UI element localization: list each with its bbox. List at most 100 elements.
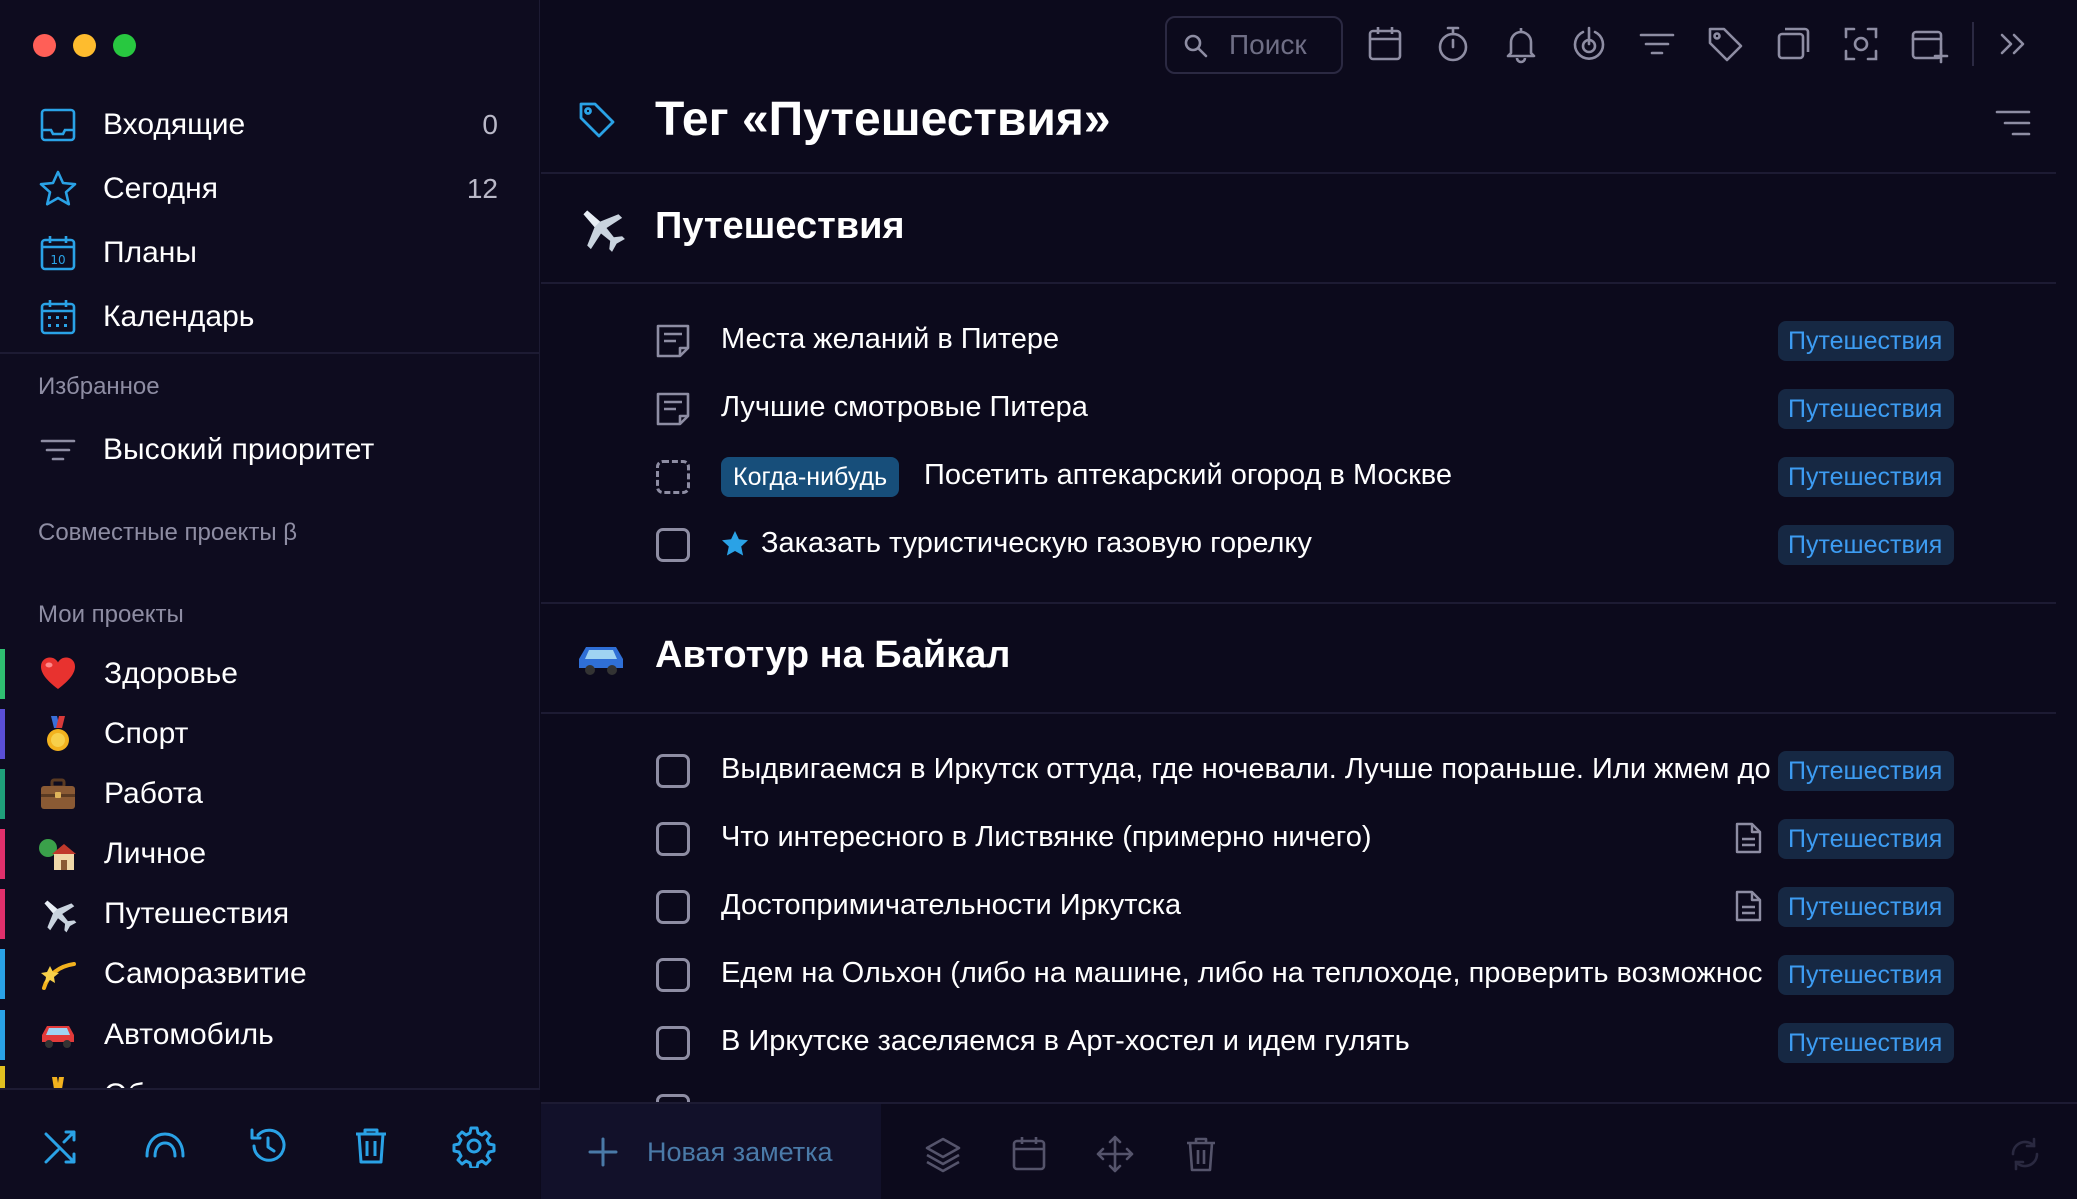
nav-item-plans[interactable]: 10 Планы xyxy=(0,221,540,285)
window-controls xyxy=(33,34,136,57)
my-projects-header[interactable]: Мои проекты xyxy=(38,601,184,629)
project-label: Спорт xyxy=(104,717,189,750)
project-item-sport[interactable]: Спорт xyxy=(0,705,540,763)
zoom-window-button[interactable] xyxy=(113,34,136,57)
task-checkbox[interactable] xyxy=(656,1094,690,1102)
section-divider xyxy=(541,712,2056,714)
sync-icon[interactable] xyxy=(2005,1134,2045,1174)
task-checkbox[interactable] xyxy=(656,958,690,992)
tag-badge[interactable]: Путешествия xyxy=(1778,887,1954,927)
calendar-icon[interactable] xyxy=(1365,24,1405,64)
header-divider xyxy=(541,172,2056,174)
list-item[interactable]: Что интересного в Листвянке (примерно ни… xyxy=(541,808,2056,868)
list-item[interactable]: Едем на Ольхон (либо на машине, либо на … xyxy=(541,944,2056,1004)
nav-item-calendar[interactable]: Календарь xyxy=(0,285,540,349)
task-checkbox[interactable] xyxy=(656,754,690,788)
shared-projects-header[interactable]: Совместные проекты β xyxy=(38,519,297,547)
chevrons-right-icon[interactable] xyxy=(1993,24,2033,64)
search-field[interactable]: Поиск xyxy=(1165,16,1343,74)
new-note-button[interactable]: Новая заметка xyxy=(541,1104,881,1199)
favorite-item-high-priority[interactable]: Высокий приоритет xyxy=(0,418,540,482)
layers-icon[interactable] xyxy=(923,1134,963,1174)
airplane-emoji-icon xyxy=(583,210,625,252)
project-item-partial[interactable]: Об… xyxy=(0,1066,540,1088)
dizzy-emoji-icon xyxy=(41,962,76,990)
timer-icon[interactable] xyxy=(1433,24,1473,64)
star-icon xyxy=(722,531,748,556)
list-options-icon[interactable] xyxy=(1995,108,2031,138)
focus-icon[interactable] xyxy=(1569,24,1609,64)
project-item-travel[interactable]: Путешествия xyxy=(0,885,540,943)
list-item[interactable]: Лучшие смотровые Питера Путешествия xyxy=(541,378,2056,438)
bell-icon[interactable] xyxy=(1501,24,1541,64)
tag-badge[interactable]: Путешествия xyxy=(1778,389,1954,429)
list-item[interactable]: Заказать туристическую газовую горелку П… xyxy=(541,514,2056,574)
tag-badge[interactable]: Путешествия xyxy=(1778,1023,1954,1063)
project-label: Автомобиль xyxy=(104,1018,274,1051)
project-item-work[interactable]: Работа xyxy=(0,765,540,823)
list-item[interactable]: В Иркутске заселяемся в Арт-хостел и иде… xyxy=(541,1012,2056,1072)
tag-badge[interactable]: Путешествия xyxy=(1778,321,1954,361)
task-checkbox[interactable] xyxy=(656,1026,690,1060)
tag-icon[interactable] xyxy=(1705,24,1745,64)
project-label: Путешествия xyxy=(104,897,290,930)
tag-badge[interactable]: Путешествия xyxy=(1778,955,1954,995)
nav-item-label: Календарь xyxy=(103,300,255,333)
list-item[interactable] xyxy=(541,1080,2056,1102)
sidebar-bottom-toolbar xyxy=(0,1088,540,1199)
nav-item-count: 12 xyxy=(466,173,498,204)
tag-badge[interactable]: Путешествия xyxy=(1778,751,1954,791)
shuffle-icon[interactable] xyxy=(40,1124,84,1168)
someday-checkbox[interactable] xyxy=(656,460,690,494)
project-item-car[interactable]: Автомобиль xyxy=(0,1006,540,1064)
screenshot-icon[interactable] xyxy=(1841,24,1881,64)
project-label: Личное xyxy=(104,837,207,870)
bottom-toolbar: Новая заметка xyxy=(541,1102,2077,1199)
task-checkbox[interactable] xyxy=(656,890,690,924)
minimize-window-button[interactable] xyxy=(73,34,96,57)
tag-badge[interactable]: Путешествия xyxy=(1778,525,1954,565)
nav-item-today[interactable]: Сегодня 12 xyxy=(0,157,540,221)
calendar-icon[interactable] xyxy=(1009,1134,1049,1174)
history-icon[interactable] xyxy=(246,1124,290,1168)
toolbar-separator xyxy=(1972,22,1974,66)
nav-item-count: 0 xyxy=(482,109,498,140)
tag-badge[interactable]: Путешествия xyxy=(1778,819,1954,859)
document-icon xyxy=(1735,890,1762,922)
car-emoji-icon xyxy=(579,647,623,675)
cards-icon[interactable] xyxy=(1773,24,1813,64)
task-title: В Иркутске заселяемся в Арт-хостел и иде… xyxy=(721,1025,1410,1057)
project-label: Об… xyxy=(104,1078,175,1088)
list-item[interactable]: Достопримичательности Иркутска Путешеств… xyxy=(541,876,2056,936)
task-checkbox[interactable] xyxy=(656,822,690,856)
inbox-icon xyxy=(40,108,76,142)
nav-item-inbox[interactable]: Входящие 0 xyxy=(0,93,540,157)
move-icon[interactable] xyxy=(1095,1134,1135,1174)
new-window-icon[interactable] xyxy=(1909,24,1949,64)
logbook-icon[interactable] xyxy=(143,1124,187,1168)
list-item[interactable]: Когда-нибудь Посетить аптекарский огород… xyxy=(541,446,2056,506)
section-title: Путешествия xyxy=(655,205,905,247)
tag-badge[interactable]: Путешествия xyxy=(1778,457,1954,497)
project-color-bar xyxy=(0,889,5,939)
project-item-self-development[interactable]: Саморазвитие xyxy=(0,945,540,1003)
task-title: Лучшие смотровые Питера xyxy=(721,391,1088,423)
document-icon xyxy=(1735,822,1762,854)
trash-icon[interactable] xyxy=(349,1124,393,1168)
project-color-bar xyxy=(0,1066,5,1088)
project-item-health[interactable]: Здоровье xyxy=(0,645,540,703)
gear-icon[interactable] xyxy=(452,1124,496,1168)
task-title: Посетить аптекарский огород в Москве xyxy=(924,459,1452,491)
partial-emoji-icon xyxy=(52,1077,64,1088)
nav-item-label: Сегодня xyxy=(103,172,218,205)
close-window-button[interactable] xyxy=(33,34,56,57)
filter-icon[interactable] xyxy=(1637,24,1677,64)
task-checkbox[interactable] xyxy=(656,528,690,562)
list-item[interactable]: Выдвигаемся в Иркутск оттуда, где ночева… xyxy=(541,740,2056,800)
project-color-bar xyxy=(0,769,5,819)
project-item-personal[interactable]: Личное xyxy=(0,825,540,883)
new-note-label: Новая заметка xyxy=(647,1137,833,1167)
trash-icon[interactable] xyxy=(1181,1134,1221,1174)
project-label: Работа xyxy=(104,777,203,810)
list-item[interactable]: Места желаний в Питере Путешествия xyxy=(541,310,2056,370)
